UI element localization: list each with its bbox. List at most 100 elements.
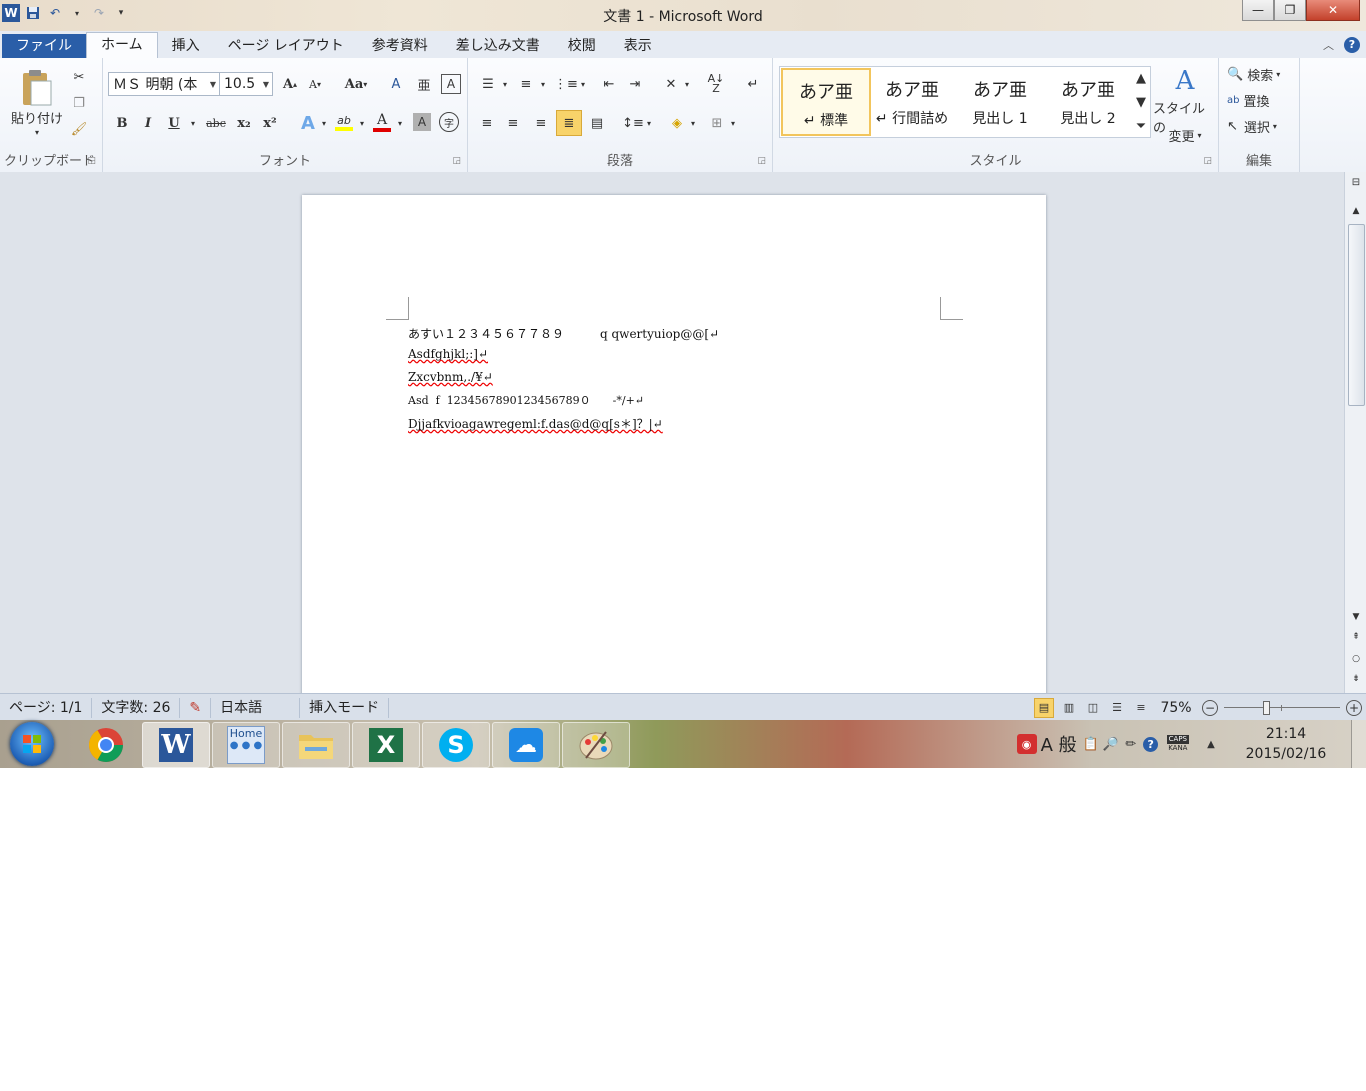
bold-button[interactable]: B (111, 112, 133, 134)
character-border-icon[interactable]: A (441, 74, 461, 94)
caps-kana-indicator[interactable]: CAPS KANA (1166, 735, 1189, 753)
zoom-in-icon[interactable]: + (1346, 699, 1362, 716)
decrease-indent-icon[interactable]: ⇤ (598, 74, 620, 94)
taskbar-word[interactable]: W (142, 722, 210, 768)
style-more-icon[interactable]: ⏷ (1133, 114, 1149, 138)
tab-insert[interactable]: 挿入 (158, 34, 214, 58)
copy-icon[interactable]: ❐ (70, 94, 88, 112)
browse-object-icon[interactable]: ○ (1348, 652, 1364, 666)
superscript-button[interactable]: x² (259, 112, 281, 134)
clock[interactable]: 21:14 2015/02/16 (1221, 724, 1351, 764)
tab-page-layout[interactable]: ページ レイアウト (214, 34, 358, 58)
change-styles-button[interactable]: 変更 ▾ (1153, 126, 1217, 145)
insert-mode[interactable]: 挿入モード (300, 697, 390, 718)
taskbar-excel[interactable]: X (352, 722, 420, 768)
antivirus-icon[interactable]: ◉ (1016, 734, 1037, 754)
line-spacing-icon[interactable]: ↕≡ (622, 112, 644, 134)
grow-font-button[interactable]: A ▴ (279, 74, 301, 94)
tab-mailings[interactable]: 差し込み文書 (442, 34, 554, 58)
shrink-font-button[interactable]: A ▾ (304, 74, 326, 94)
sort-icon[interactable]: A↓ Z (704, 72, 728, 96)
previous-page-icon[interactable]: ⇞ (1348, 630, 1364, 644)
line-spacing-dropdown-icon[interactable]: ▾ (644, 112, 654, 134)
show-hidden-icons-icon[interactable]: ▲ (1201, 734, 1221, 754)
font-size-dropdown[interactable]: 10.5 ▼ (219, 72, 273, 96)
borders-icon[interactable]: ⊞ (706, 112, 728, 134)
zoom-slider[interactable] (1224, 700, 1340, 716)
paste-button[interactable]: 貼り付け (6, 108, 68, 127)
style-no-spacing[interactable]: あア亜 ↵ 行間詰め (869, 68, 955, 132)
paragraph-launcher-icon[interactable]: ◲ (757, 156, 766, 166)
shading-icon[interactable]: ◈ (666, 112, 688, 134)
highlight-color-button[interactable]: ab (333, 110, 355, 134)
font-name-dropdown[interactable]: ＭＳ 明朝 (本 ▼ (108, 72, 220, 96)
ruler-toggle-icon[interactable]: ⊟ (1348, 174, 1364, 190)
character-shading-button[interactable]: A (413, 113, 431, 131)
taskbar-cloud[interactable]: ☁ (492, 722, 560, 768)
multilevel-dropdown-icon[interactable]: ▾ (578, 74, 588, 94)
style-scroll-up-icon[interactable]: ▲ (1133, 66, 1149, 90)
font-launcher-icon[interactable]: ◲ (452, 156, 461, 166)
align-left-icon[interactable]: ≡ (476, 112, 498, 134)
phonetic-guide-icon[interactable]: 亜 (413, 74, 435, 94)
language[interactable]: 日本語 (211, 697, 301, 718)
justify-icon[interactable]: ≣ (556, 110, 582, 136)
page-count[interactable]: ページ: 1/1 (0, 697, 93, 718)
align-right-icon[interactable]: ≡ (530, 112, 552, 134)
tab-home[interactable]: ホーム (86, 32, 158, 58)
print-layout-view-icon[interactable]: ▤ (1034, 697, 1054, 718)
font-color-button[interactable]: A (371, 110, 393, 134)
show-formatting-marks-icon[interactable]: ↵ (742, 74, 764, 94)
numbering-icon[interactable]: ≡ (514, 74, 538, 94)
bullets-dropdown-icon[interactable]: ▾ (500, 74, 510, 94)
bullets-icon[interactable]: ☰ (476, 74, 500, 94)
tab-references[interactable]: 参考資料 (358, 34, 442, 58)
word-count[interactable]: 文字数: 26 (92, 697, 181, 718)
ime-mode[interactable]: A 般 (1041, 731, 1077, 757)
style-heading-1[interactable]: あア亜 見出し 1 (957, 68, 1043, 132)
tab-review[interactable]: 校閲 (554, 34, 610, 58)
numbering-dropdown-icon[interactable]: ▾ (538, 74, 548, 94)
scroll-up-icon[interactable]: ▲ (1348, 204, 1364, 218)
text-effects-dropdown-icon[interactable]: ▾ (319, 112, 329, 134)
ime-tool-icon[interactable]: ✏ (1121, 734, 1141, 754)
web-layout-icon[interactable]: ◫ (1084, 698, 1102, 718)
text-direction-dropdown-icon[interactable]: ▾ (682, 74, 692, 94)
cut-icon[interactable]: ✂ (70, 68, 88, 86)
taskbar-home[interactable]: Home ● ● ● (212, 722, 280, 768)
taskbar-paint[interactable] (562, 722, 630, 768)
show-desktop-button[interactable] (1351, 720, 1366, 768)
shading-dropdown-icon[interactable]: ▾ (688, 112, 698, 134)
zoom-out-icon[interactable]: − (1202, 699, 1218, 716)
distributed-icon[interactable]: ▤ (586, 112, 608, 134)
underline-dropdown-icon[interactable]: ▾ (187, 112, 199, 134)
style-scroll-down-icon[interactable]: ▼ (1133, 90, 1149, 114)
increase-indent-icon[interactable]: ⇥ (624, 74, 646, 94)
close-button[interactable]: ✕ (1306, 0, 1360, 21)
align-center-icon[interactable]: ≡ (502, 112, 524, 134)
strikethrough-button[interactable]: abc (203, 112, 229, 134)
find-button[interactable]: 🔍 検索 ▾ (1227, 64, 1297, 84)
style-normal[interactable]: あア亜 ↵ 標準 (781, 68, 871, 136)
minimize-ribbon-icon[interactable]: ︿ (1323, 37, 1334, 53)
restore-button[interactable]: ❐ (1274, 0, 1306, 21)
borders-dropdown-icon[interactable]: ▾ (728, 112, 738, 134)
next-page-icon[interactable]: ⇟ (1348, 672, 1364, 686)
highlight-dropdown-icon[interactable]: ▾ (357, 112, 367, 134)
zoom-level[interactable]: 75% (1156, 700, 1196, 716)
ime-pad-icon[interactable]: 📋 (1081, 734, 1101, 754)
outline-view-icon[interactable]: ☰ (1108, 698, 1126, 718)
document-page[interactable]: あすい１２３４５６７７８９ q qwertyuiop@@[↵ Asdfghjkl… (302, 195, 1046, 693)
clear-formatting-icon[interactable]: A (385, 74, 407, 94)
styles-launcher-icon[interactable]: ◲ (1203, 156, 1212, 166)
italic-button[interactable]: I (137, 112, 159, 134)
paste-dropdown-icon[interactable]: ▾ (30, 126, 44, 138)
help-icon[interactable]: ? (1344, 36, 1360, 53)
ime-dictionary-icon[interactable]: 🔎 (1101, 734, 1121, 754)
tab-view[interactable]: 表示 (610, 34, 666, 58)
enclose-characters-button[interactable]: 字 (439, 112, 459, 132)
zoom-slider-thumb[interactable] (1263, 700, 1270, 715)
minimize-button[interactable]: — (1242, 0, 1274, 21)
taskbar-skype[interactable]: S (422, 722, 490, 768)
full-screen-reading-icon[interactable]: ▥ (1060, 698, 1078, 718)
